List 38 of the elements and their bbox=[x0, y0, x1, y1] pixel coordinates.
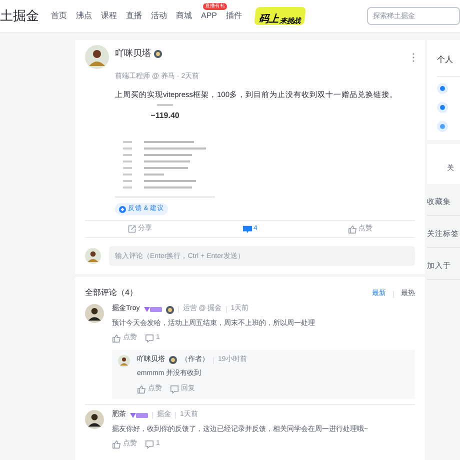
level-badge-icon bbox=[144, 306, 162, 313]
nav-link[interactable]: 活动 bbox=[151, 11, 167, 21]
nav-link[interactable]: 商城 bbox=[176, 11, 192, 21]
share-icon bbox=[128, 225, 136, 234]
more-icon[interactable] bbox=[412, 53, 415, 62]
nav-link[interactable]: APP bbox=[201, 11, 218, 21]
avatar bbox=[85, 45, 109, 69]
comment-icon bbox=[242, 224, 252, 234]
feedback-icon bbox=[119, 206, 126, 213]
amount-text: −119.40 bbox=[150, 110, 180, 122]
thumbs-up-icon bbox=[137, 384, 146, 394]
nav-link[interactable]: 首页 bbox=[51, 11, 67, 21]
medal-icon bbox=[166, 306, 174, 314]
medal-icon bbox=[154, 50, 162, 58]
author-name[interactable]: 吖咪贝塔 bbox=[115, 46, 151, 60]
thumbs-up-icon bbox=[112, 334, 121, 343]
nav-link[interactable]: 插件 bbox=[226, 11, 242, 21]
stat-icon bbox=[437, 121, 448, 132]
level-badge-icon bbox=[130, 412, 148, 419]
comment-icon bbox=[145, 334, 154, 343]
avatar bbox=[85, 410, 104, 430]
comments-title: 全部评论（4） bbox=[85, 287, 138, 300]
stat-icon bbox=[437, 102, 448, 113]
nav-link[interactable]: 沸点 bbox=[76, 11, 92, 21]
thumbs-up-icon bbox=[348, 224, 356, 234]
panel-title: 个人 bbox=[437, 55, 453, 64]
avatar bbox=[85, 304, 104, 324]
comment-icon bbox=[170, 384, 179, 394]
thumbs-up-icon bbox=[112, 440, 121, 449]
nav-link[interactable]: 直播 bbox=[126, 11, 142, 21]
avatar bbox=[118, 354, 130, 367]
logo-text[interactable]: 土掘金 bbox=[0, 6, 39, 26]
comment-icon bbox=[145, 440, 154, 449]
stat-icon bbox=[437, 83, 448, 94]
medal-icon bbox=[169, 356, 177, 364]
nav-link[interactable]: 课程 bbox=[101, 11, 117, 21]
banner-text: 码上 bbox=[258, 15, 280, 25]
avatar bbox=[85, 248, 101, 264]
